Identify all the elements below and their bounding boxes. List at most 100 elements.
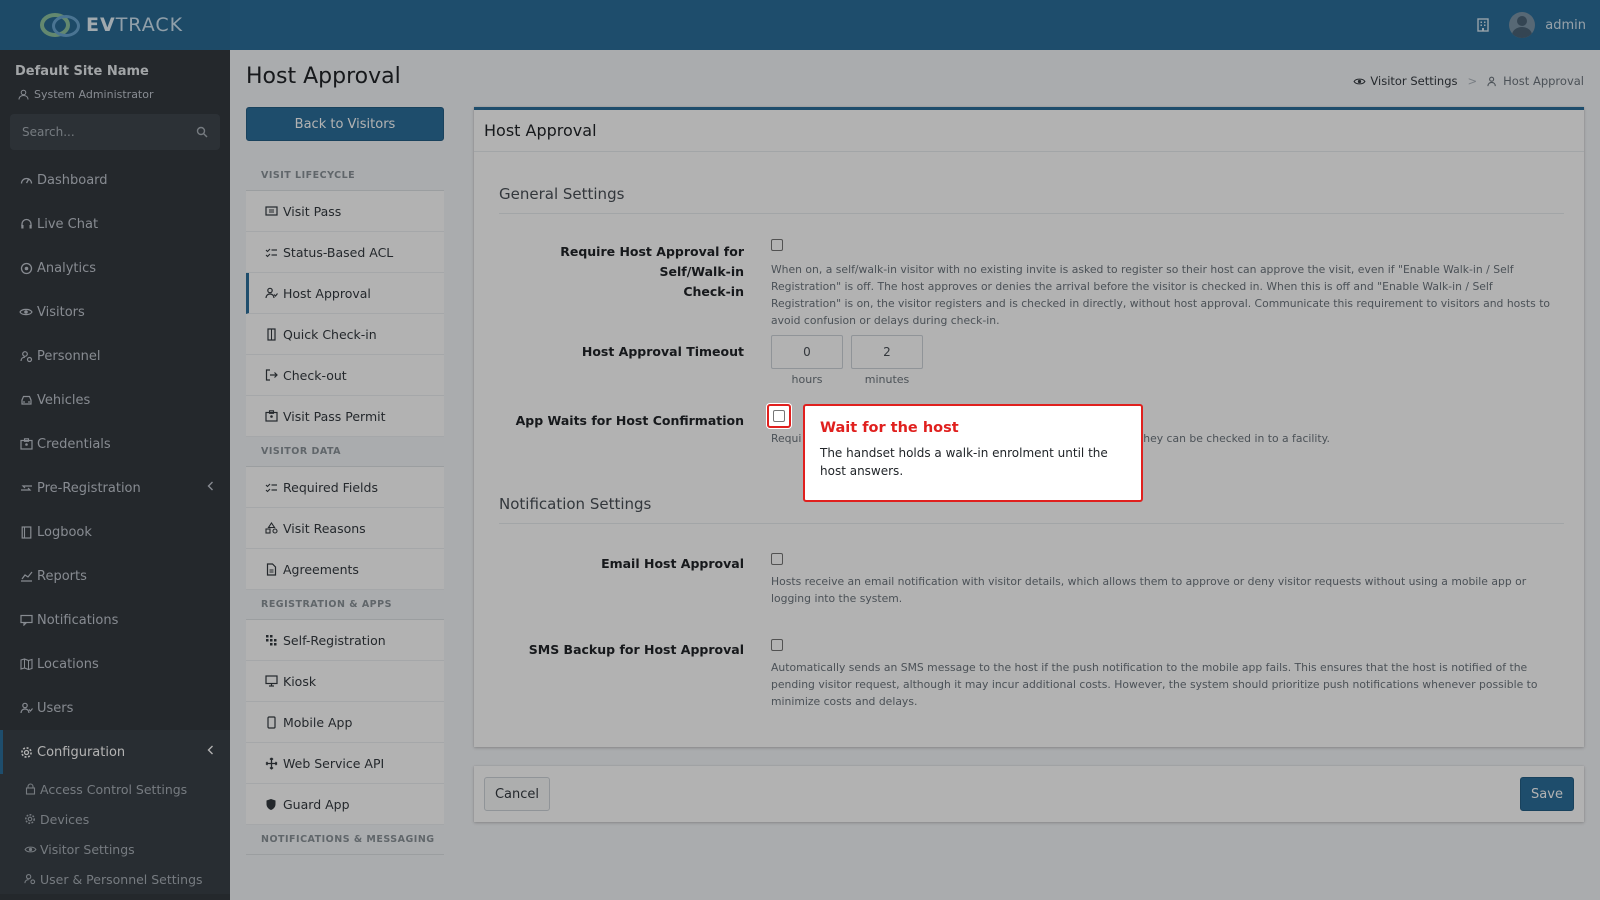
- section-divider: [499, 523, 1564, 524]
- sms-backup-help: Automatically sends an SMS message to th…: [771, 661, 1538, 708]
- list-check-icon: [264, 245, 278, 259]
- sidebar-item-vehicles[interactable]: Vehicles: [0, 378, 230, 422]
- menu-item-mobile-app[interactable]: Mobile App: [246, 702, 444, 743]
- breadcrumb-current: Host Approval: [1487, 74, 1584, 88]
- card-title: Host Approval: [474, 110, 1584, 152]
- timeout-hours-input[interactable]: [771, 335, 843, 369]
- tour-tooltip: Wait for the host The handset holds a wa…: [803, 404, 1143, 502]
- car-icon: [19, 393, 33, 407]
- menu-item-guard-app[interactable]: Guard App: [246, 784, 444, 825]
- sidebar-item-configuration[interactable]: Configuration: [0, 730, 230, 774]
- require-host-approval-checkbox[interactable]: [771, 239, 783, 251]
- email-host-approval-checkbox[interactable]: [771, 553, 783, 565]
- chevron-left-icon: [207, 481, 213, 491]
- minutes-caption: minutes: [864, 373, 910, 386]
- sidebar-item-reports[interactable]: Reports: [0, 554, 230, 598]
- menu-item-visit-pass[interactable]: Visit Pass: [246, 191, 444, 232]
- exchange-icon: [19, 481, 33, 495]
- file-icon: [264, 562, 278, 576]
- eye-icon: [23, 842, 37, 856]
- sidebar-item-pre-registration[interactable]: Pre-Registration: [0, 466, 230, 510]
- host-approval-timeout-label: Host Approval Timeout: [581, 344, 744, 359]
- menu-item-visit-pass-permit[interactable]: Visit Pass Permit: [246, 396, 444, 437]
- notification-settings-title: Notification Settings: [499, 495, 652, 513]
- chart-icon: [19, 569, 33, 583]
- ticket-icon: [264, 204, 278, 218]
- email-host-approval-help: Hosts receive an email notification with…: [771, 575, 1527, 605]
- menu-item-visit-reasons[interactable]: Visit Reasons: [246, 508, 444, 549]
- sidebar-subitem-devices[interactable]: Devices: [0, 804, 230, 834]
- menu-section-title: VISIT LIFECYCLE: [246, 161, 444, 191]
- sidebar-subitem-visitor-settings[interactable]: Visitor Settings: [0, 834, 230, 864]
- shapes-icon: [264, 521, 278, 535]
- app-waits-checkbox[interactable]: [767, 404, 791, 428]
- door-icon: [264, 327, 278, 341]
- target-icon: [19, 261, 33, 275]
- eye-icon: [1353, 78, 1366, 84]
- headset-icon: [19, 217, 33, 231]
- menu-item-kiosk[interactable]: Kiosk: [246, 661, 444, 702]
- sidebar-item-credentials[interactable]: Credentials: [0, 422, 230, 466]
- sms-backup-label: SMS Backup for Host Approval: [528, 642, 744, 657]
- sidebar-item-live-chat[interactable]: Live Chat: [0, 202, 230, 246]
- page-title: Host Approval: [246, 64, 401, 89]
- breadcrumb-separator: >: [1467, 74, 1478, 88]
- monitor-icon: [264, 674, 278, 688]
- tooltip-title: Wait for the host: [820, 420, 959, 436]
- breadcrumb-visitor-settings[interactable]: Visitor Settings: [1353, 74, 1457, 88]
- sidebar-subitem-user-personnel-settings[interactable]: User & Personnel Settings: [0, 864, 230, 894]
- user-role: System Administrator: [18, 88, 154, 101]
- sidebar-item-users[interactable]: Users: [0, 686, 230, 730]
- save-button[interactable]: Save: [1520, 777, 1574, 811]
- building-icon[interactable]: [1477, 18, 1489, 32]
- eye-icon: [19, 305, 33, 319]
- menu-item-agreements[interactable]: Agreements: [246, 549, 444, 590]
- menu-section-title: VISITOR DATA: [246, 437, 444, 467]
- user-menu[interactable]: admin: [1509, 12, 1586, 38]
- id-card-icon: [264, 409, 278, 423]
- brand-name: EVTRACK: [86, 14, 184, 36]
- sidebar-item-locations[interactable]: Locations: [0, 642, 230, 686]
- sidebar-item-logbook[interactable]: Logbook: [0, 510, 230, 554]
- user-name: admin: [1545, 17, 1586, 33]
- chevron-left-icon: [207, 745, 213, 755]
- hours-caption: hours: [791, 373, 823, 386]
- avatar: [1509, 12, 1536, 38]
- sidebar-item-visitors[interactable]: Visitors: [0, 290, 230, 334]
- sidebar-item-personnel[interactable]: Personnel: [0, 334, 230, 378]
- menu-item-self-registration[interactable]: Self-Registration: [246, 620, 444, 661]
- back-to-visitors-button[interactable]: Back to Visitors: [246, 107, 444, 141]
- cancel-button[interactable]: Cancel: [484, 777, 550, 811]
- shield-icon: [264, 797, 278, 811]
- app-waits-help-end: they can be checked in to a facility.: [1139, 432, 1330, 445]
- sidebar-search[interactable]: [10, 114, 220, 150]
- menu-item-status-acl[interactable]: Status-Based ACL: [246, 232, 444, 273]
- map-icon: [19, 657, 33, 671]
- sms-backup-checkbox[interactable]: [771, 639, 783, 651]
- timeout-minutes-input[interactable]: [851, 335, 923, 369]
- user-gear-icon: [19, 349, 33, 363]
- logo-mark-icon: [38, 9, 84, 41]
- settings-menu: VISIT LIFECYCLE Visit Pass Status-Based …: [246, 161, 444, 855]
- sidebar-item-analytics[interactable]: Analytics: [0, 246, 230, 290]
- sidebar-item-notifications[interactable]: Notifications: [0, 598, 230, 642]
- menu-item-web-service-api[interactable]: Web Service API: [246, 743, 444, 784]
- brand-logo[interactable]: EVTRACK: [0, 0, 230, 50]
- menu-item-required-fields[interactable]: Required Fields: [246, 467, 444, 508]
- lock-icon: [23, 782, 37, 796]
- menu-section-title: REGISTRATION & APPS: [246, 590, 444, 620]
- search-icon[interactable]: [196, 126, 208, 138]
- gear-icon: [19, 745, 33, 759]
- user-check-icon: [1487, 76, 1496, 86]
- menu-item-quick-check-in[interactable]: Quick Check-in: [246, 314, 444, 355]
- general-settings-title: General Settings: [499, 185, 625, 203]
- menu-item-host-approval[interactable]: Host Approval: [246, 273, 444, 314]
- users-icon: [19, 701, 33, 715]
- menu-item-check-out[interactable]: Check-out: [246, 355, 444, 396]
- sidebar-subitem-access-control[interactable]: Access Control Settings: [0, 774, 230, 804]
- sidebar-item-dashboard[interactable]: Dashboard: [0, 158, 230, 202]
- move-arrows-icon: [264, 756, 278, 770]
- cog-icon: [23, 812, 37, 826]
- search-input[interactable]: [22, 125, 182, 139]
- app-waits-label: App Waits for Host Confirmation: [515, 413, 744, 428]
